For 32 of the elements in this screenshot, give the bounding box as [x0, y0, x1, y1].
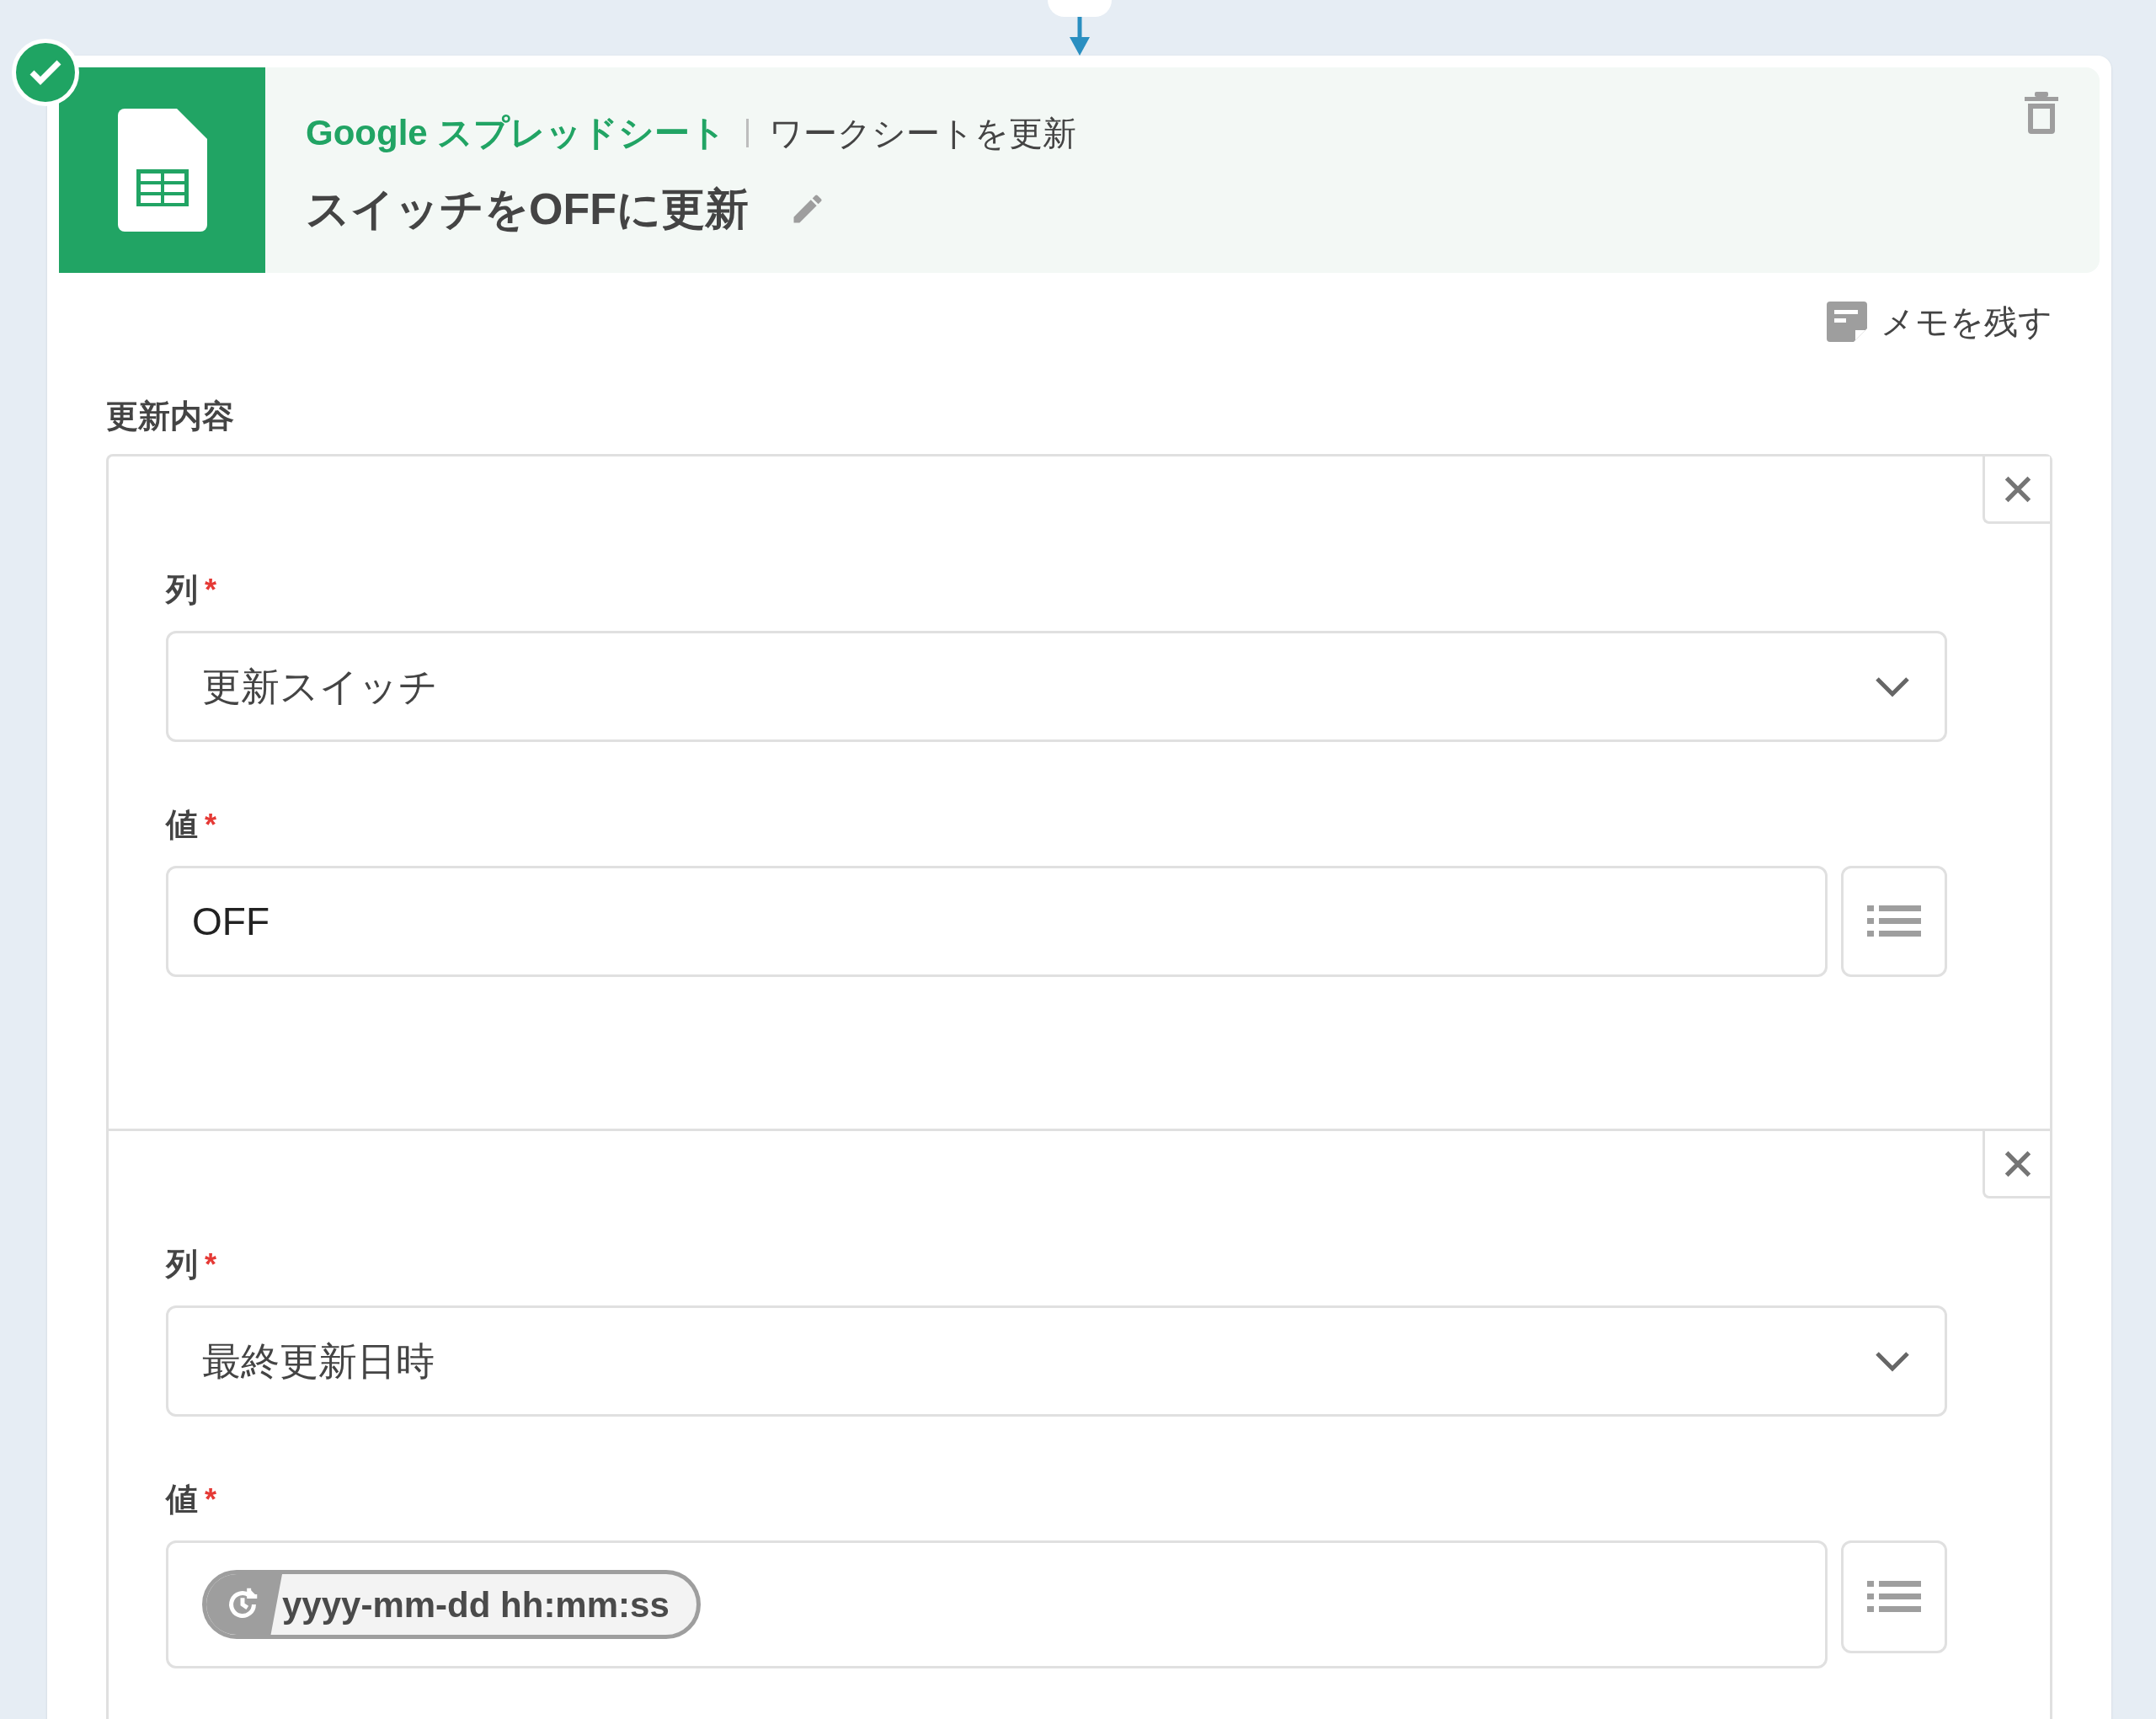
spreadsheet-icon	[117, 109, 207, 232]
service-name: Google スプレッドシート	[306, 112, 727, 154]
field-label: 列	[166, 1246, 198, 1284]
trash-icon	[2025, 92, 2058, 134]
note-icon	[1827, 302, 1867, 342]
value-input[interactable]: yyyy-mm-dd hh:mm:ss	[166, 1540, 1828, 1668]
memo-button[interactable]: メモを残す	[1827, 296, 2052, 347]
check-icon	[29, 59, 62, 86]
column-select[interactable]: 最終更新日時	[166, 1305, 1947, 1417]
chevron-down-icon	[1874, 1350, 1911, 1372]
column-select[interactable]: 更新スイッチ	[166, 631, 1947, 742]
field-label: 値	[166, 1481, 198, 1519]
date-format-chip[interactable]: yyyy-mm-dd hh:mm:ss	[202, 1570, 701, 1639]
close-button[interactable]	[1983, 456, 2050, 524]
date-format-text: yyyy-mm-dd hh:mm:ss	[282, 1583, 670, 1626]
variable-list-button[interactable]	[1841, 1540, 1947, 1653]
step-title: スイッチをOFFに更新	[306, 184, 749, 235]
field-label: 列	[166, 571, 198, 609]
required-mark: *	[205, 1247, 216, 1284]
variable-list-button[interactable]	[1841, 866, 1947, 977]
required-mark: *	[205, 1481, 216, 1519]
list-icon	[1867, 1581, 1921, 1613]
action-name: ワークシートを更新	[769, 113, 1077, 153]
arrow-down-icon	[1069, 17, 1091, 56]
list-icon	[1867, 905, 1921, 937]
required-mark: *	[205, 572, 216, 609]
close-button[interactable]	[1983, 1131, 2050, 1198]
value-input[interactable]: OFF	[166, 866, 1828, 977]
section-label: 更新内容	[106, 398, 235, 435]
chevron-down-icon	[1874, 675, 1911, 697]
required-mark: *	[205, 807, 216, 844]
field-label: 値	[166, 806, 198, 844]
